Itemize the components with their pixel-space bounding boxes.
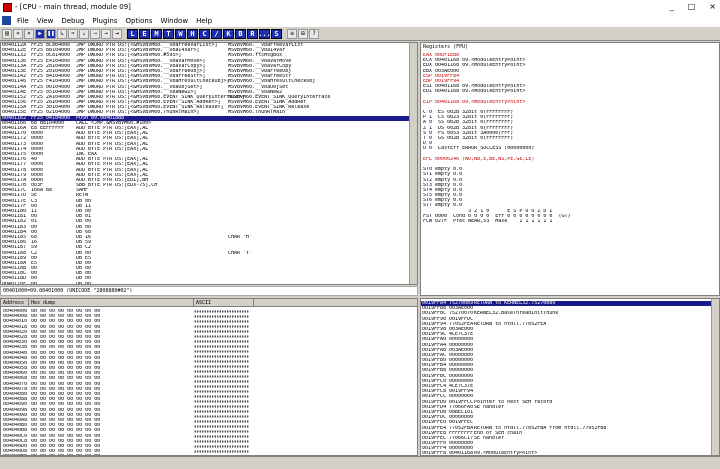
stack-scrollbar[interactable] [711, 299, 719, 455]
registers-pane[interactable]: Registers (FPU) EAX 00DF1EB8 ECX 00401168… [420, 42, 720, 296]
dump-address-column[interactable]: Address [1, 299, 29, 306]
disasm-row[interactable]: 0040118E 00 DB 00 [1, 281, 411, 285]
trace-over-icon[interactable]: ⇢ [90, 28, 100, 39]
toolbar: ▤ « × ▶ ❚❚ ↳ ↷ ⇣ ⇢ → ⇥ L E M T W H C / K… [0, 27, 720, 41]
menu-window[interactable]: Window [156, 17, 192, 25]
disassembly-pane[interactable]: 0040112A FF25 8C804000 JMP DWORD PTR DS:[<… [0, 42, 418, 285]
options-grid-icon[interactable]: ⊞ [298, 28, 308, 39]
disasm-hex: 00 [31, 281, 38, 285]
toolbar-cpu-button[interactable]: C [199, 28, 210, 39]
register-rows: EAX 00DF1EB8 ECX 00401168 09.<ModuleEntry… [423, 53, 713, 224]
disassembly-scrollbar[interactable] [409, 43, 417, 284]
rewind-icon[interactable]: « [13, 28, 23, 39]
open-icon[interactable]: ▤ [2, 28, 12, 39]
menu-help[interactable]: Help [192, 17, 216, 25]
stack-comment: RETURN to ntdll.77052FEA [474, 321, 547, 327]
toolbar-callstack-button[interactable]: K [223, 28, 234, 39]
menu-bar: File View Debug Plugins Options Window H… [0, 14, 720, 27]
window-title: - [CPU - main thread, module 09] [15, 3, 131, 11]
toolbar-memory-button[interactable]: M [151, 28, 162, 39]
stack-rows: 0019FF84 75270089 RETURN to KERNEL32.75270… [421, 301, 713, 455]
stack-pane[interactable]: 0019FF84 75270089 RETURN to KERNEL32.75270… [420, 298, 720, 456]
trace-into-icon[interactable]: ⇣ [79, 28, 89, 39]
menu-grid-icon[interactable]: ≡ [287, 28, 297, 39]
toolbar-references-button[interactable]: R [247, 28, 258, 39]
disasm-instruction: DB 00 [76, 281, 92, 285]
toolbar-source-button[interactable]: S [271, 28, 282, 39]
menu-file[interactable]: File [13, 17, 33, 25]
execute-till-return-icon[interactable]: → [101, 28, 111, 39]
dump-rows: 00404000 00 00 00 00 00 00 00 00 00404008 0… [3, 309, 193, 455]
register-line[interactable]: FCW 027F Prec NEAR,53 Mask 1 1 1 1 1 1 [423, 219, 713, 224]
menu-debug[interactable]: Debug [57, 17, 88, 25]
cpu-window-icon [2, 16, 11, 25]
close-button[interactable]: × [709, 2, 716, 11]
status-bar [0, 456, 720, 469]
dump-ascii-dots [194, 309, 249, 455]
menu-options[interactable]: Options [121, 17, 156, 25]
toolbar-run-trace-button[interactable]: ... [258, 28, 271, 39]
toolbar-patches-button[interactable]: / [211, 28, 222, 39]
run-icon[interactable]: ▶ [35, 28, 45, 39]
toolbar-breakpoints-button[interactable]: B [235, 28, 246, 39]
toolbar-windows-button[interactable]: W [175, 28, 186, 39]
menu-view[interactable]: View [33, 17, 58, 25]
app-icon [3, 2, 12, 12]
pause-icon[interactable]: ❚❚ [46, 28, 56, 39]
step-over-icon[interactable]: ↷ [68, 28, 78, 39]
toolbar-threads-button[interactable]: T [163, 28, 174, 39]
toolbar-log-button[interactable]: L [127, 28, 138, 39]
dump-pane[interactable]: Address Hex dump ASCII 00404000 00 00 00 … [0, 298, 418, 456]
disassembly-rows: 0040112A FF25 8C804000 JMP DWORD PTR DS:[<… [1, 43, 411, 285]
title-bar: - [CPU - main thread, module 09] _ □ × [0, 0, 720, 14]
disasm-comment [228, 282, 408, 284]
stack-comment: SE handler [474, 404, 505, 410]
stack-comment: RETURN to KERNEL32.75270089 [474, 301, 556, 306]
close-file-icon[interactable]: × [24, 28, 34, 39]
dump-header: Address Hex dump ASCII [1, 299, 417, 307]
menu-plugins[interactable]: Plugins [88, 17, 121, 25]
info-pane: 00401000=09.00401000 (UNICODE "2808880#0… [0, 286, 418, 296]
stack-comment: SE handler [474, 435, 505, 441]
help-icon[interactable]: ? [309, 28, 319, 39]
dump-hex-column[interactable]: Hex dump [29, 299, 194, 306]
toolbar-handles-button[interactable]: H [187, 28, 198, 39]
stack-comment: KERNEL32.BaseThreadInitThunk [474, 311, 559, 317]
goto-icon[interactable]: ⇥ [112, 28, 122, 39]
window-controls: _ □ × [670, 2, 716, 11]
toolbar-executables-button[interactable]: E [139, 28, 150, 39]
disasm-address: 0040118E [2, 281, 27, 285]
info-line: 00401000=09.00401000 (UNICODE "2808880#0… [3, 288, 133, 293]
dump-ascii-column[interactable]: ASCII [194, 299, 254, 306]
maximize-button[interactable]: □ [688, 2, 696, 11]
minimize-button[interactable]: _ [670, 2, 674, 11]
step-into-icon[interactable]: ↳ [57, 28, 67, 39]
registers-header: Registers (FPU) [421, 43, 719, 51]
